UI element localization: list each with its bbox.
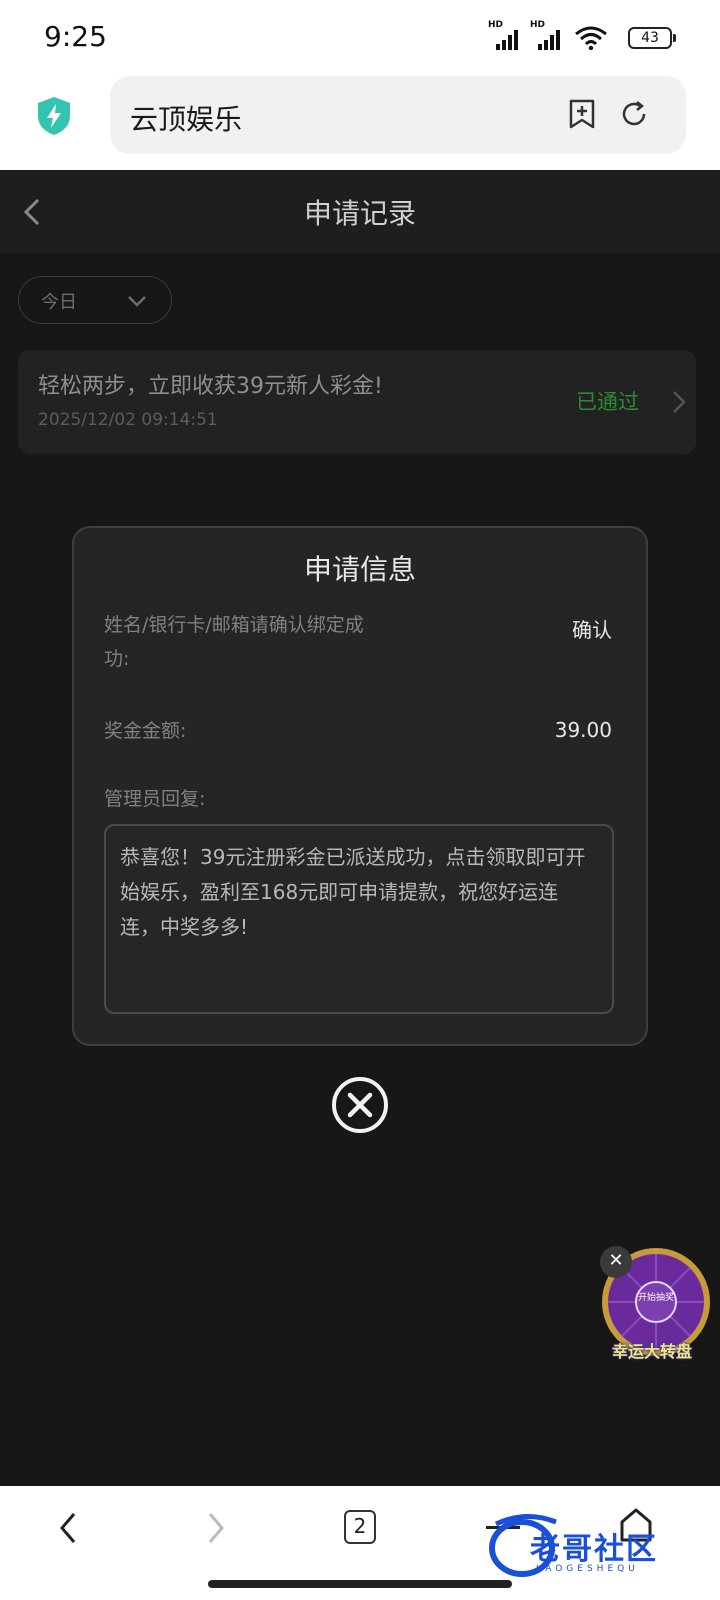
browser-toolbar: 云顶娱乐 — [0, 76, 720, 170]
binding-status-value: 确认 — [572, 618, 612, 642]
security-shield-icon[interactable] — [36, 96, 72, 136]
date-filter-label: 今日 — [41, 292, 77, 313]
admin-reply-box: 恭喜您！39元注册彩金已派送成功，点击领取即可开始娱乐，盈利至168元即可申请提… — [104, 824, 614, 1014]
chevron-right-icon — [673, 391, 686, 413]
home-indicator — [208, 1580, 512, 1588]
watermark-subtext: LAOGESHEQU — [536, 1564, 639, 1574]
chevron-down-icon — [128, 296, 146, 307]
record-title: 轻松两步，立即收获39元新人彩金! — [38, 374, 383, 399]
wifi-icon — [575, 26, 607, 50]
lucky-wheel-label: 幸运大转盘 — [612, 1342, 693, 1361]
record-datetime: 2025/12/02 09:14:51 — [38, 410, 218, 430]
close-wheel-icon[interactable]: ✕ — [600, 1246, 632, 1278]
page-title-text: 云顶娱乐 — [130, 103, 243, 136]
svg-text:开始抽奖: 开始抽奖 — [638, 1291, 674, 1303]
record-status: 已通过 — [576, 390, 639, 414]
page-title: 申请记录 — [303, 197, 416, 230]
bonus-amount-value: 39.00 — [554, 718, 612, 742]
battery-icon: 43 — [628, 27, 676, 49]
app-header: 申请记录 — [0, 170, 720, 254]
binding-status-label: 姓名/银行卡/邮箱请确认绑定成功: — [104, 614, 364, 670]
address-bar[interactable]: 云顶娱乐 — [110, 76, 686, 154]
bonus-amount-label: 奖金金额: — [104, 720, 187, 742]
modal-title: 申请信息 — [303, 553, 416, 586]
admin-reply-text: 恭喜您！39元注册彩金已派送成功，点击领取即可开始娱乐，盈利至168元即可申请提… — [120, 845, 586, 939]
admin-reply-label: 管理员回复: — [104, 788, 206, 810]
status-bar: 9:25 HD HD 43 — [0, 0, 720, 76]
date-filter-dropdown[interactable]: 今日 — [18, 276, 172, 324]
close-modal-button[interactable] — [331, 1076, 389, 1134]
tabs-count-button[interactable]: 2 — [344, 1510, 376, 1544]
watermark-text: 老哥社区 — [530, 1532, 658, 1567]
browser-bottom-nav: 2 老哥社区 LAOGESHEQU — [0, 1486, 720, 1600]
add-bookmark-icon[interactable] — [566, 98, 598, 130]
nav-back-icon[interactable] — [56, 1508, 80, 1548]
nav-forward-icon[interactable] — [204, 1508, 228, 1548]
refresh-icon[interactable] — [618, 98, 650, 130]
application-info-modal: 申请信息 姓名/银行卡/邮箱请确认绑定成功: 确认 奖金金额: 39.00 管理… — [72, 526, 648, 1046]
status-time: 9:25 — [44, 20, 107, 53]
application-record-card[interactable]: 轻松两步，立即收获39元新人彩金! 2025/12/02 09:14:51 已通… — [18, 350, 696, 454]
